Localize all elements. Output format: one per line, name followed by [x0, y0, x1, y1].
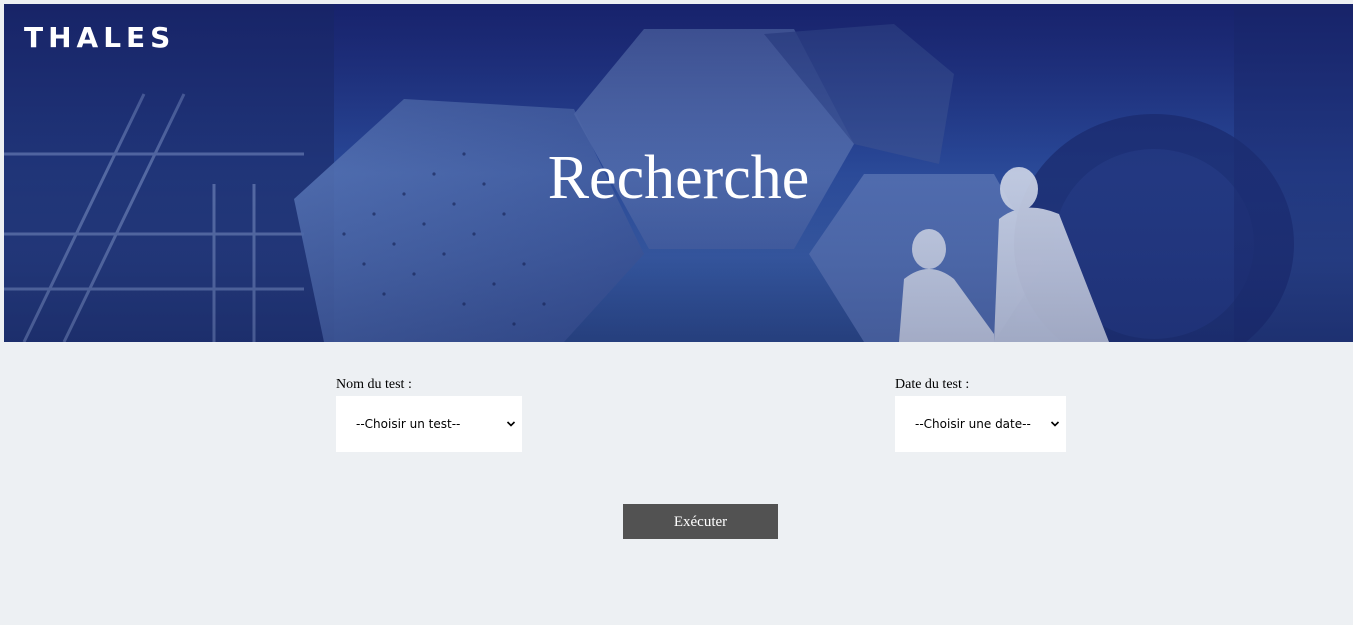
page: THALES Recherche Nom du test : --Choisir… [0, 0, 1353, 625]
thales-logo: THALES [24, 21, 176, 54]
test-date-label: Date du test : [895, 377, 970, 392]
hero-banner: THALES Recherche [4, 4, 1353, 342]
test-date-field: Date du test : --Choisir une date-- [895, 377, 1066, 452]
test-date-selected-value: --Choisir une date-- [915, 417, 1031, 431]
test-name-field: Nom du test : --Choisir un test-- [336, 377, 522, 452]
test-date-select[interactable]: --Choisir une date-- [895, 396, 1066, 452]
test-name-select[interactable]: --Choisir un test-- [336, 396, 522, 452]
page-title: Recherche [547, 144, 810, 212]
chevron-down-icon [506, 421, 516, 427]
test-name-label: Nom du test : [336, 377, 412, 392]
execute-button[interactable]: Exécuter [623, 504, 778, 539]
test-name-selected-value: --Choisir un test-- [356, 417, 461, 431]
chevron-down-icon [1050, 421, 1060, 427]
